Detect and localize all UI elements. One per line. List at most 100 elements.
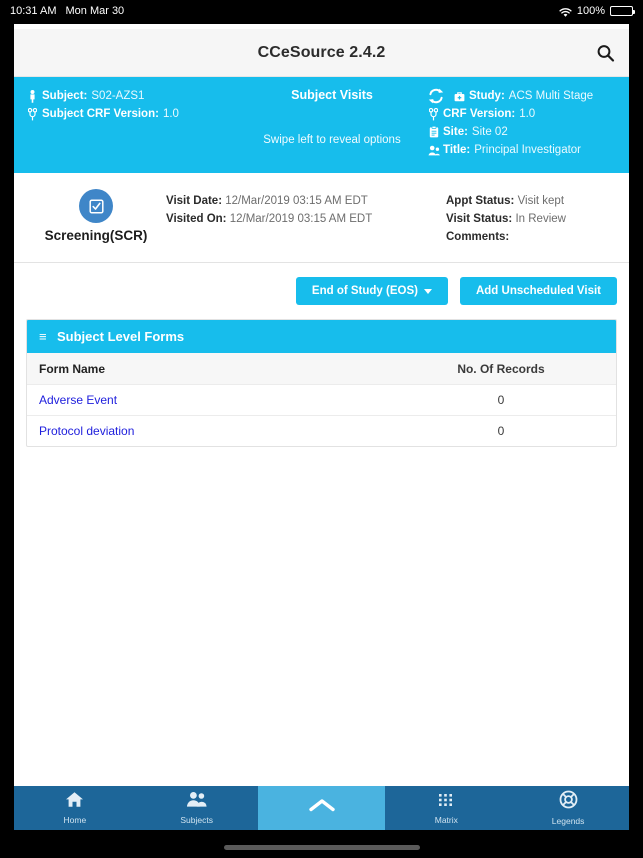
subject-level-forms-header[interactable]: ≡ Subject Level Forms <box>27 320 616 353</box>
checked-box-icon <box>79 189 113 223</box>
study-value: ACS Multi Stage <box>508 90 594 102</box>
tab-matrix[interactable]: Matrix <box>385 786 507 830</box>
title-label: Title: <box>443 144 471 156</box>
swipe-hint-text: Swipe left to reveal options <box>263 134 401 146</box>
visited-on-value: 12/Mar/2019 03:15 AM EDT <box>229 213 373 225</box>
app-navbar: CCeSource 2.4.2 <box>14 29 629 77</box>
status-bar-right: 100% <box>559 5 635 18</box>
visit-identity: Screening(SCR) <box>26 187 166 246</box>
bottom-tab-bar: Home Subjects Matrix Legends <box>14 786 629 830</box>
search-icon[interactable] <box>596 43 615 62</box>
visit-date-row: Visit Date: 12/Mar/2019 03:15 AM EDT <box>166 192 446 210</box>
status-date: Mon Mar 30 <box>65 5 125 17</box>
study-label: Study: <box>469 90 505 102</box>
ios-status-bar: 10:31 AM Mon Mar 30 100% <box>0 0 643 22</box>
clipboard-icon <box>427 126 440 139</box>
crf-version-label: CRF Version: <box>443 108 516 120</box>
column-header-form-name: Form Name <box>39 361 106 376</box>
add-unscheduled-visit-button[interactable]: Add Unscheduled Visit <box>459 277 617 305</box>
table-row[interactable]: Protocol deviation 0 <box>27 416 616 446</box>
subject-crf-version-label: Subject CRF Version: <box>42 108 159 120</box>
tab-legends-label: Legends <box>551 816 585 826</box>
form-link-protocol-deviation[interactable]: Protocol deviation <box>39 424 134 438</box>
visited-on-row: Visited On: 12/Mar/2019 03:15 AM EDT <box>166 210 446 228</box>
chevron-up-icon <box>307 797 337 819</box>
visit-name: Screening(SCR) <box>44 228 148 243</box>
table-column-headers: Form Name No. Of Records <box>27 353 616 385</box>
study-info-right: Study: ACS Multi Stage CRF Version: 1.0 <box>423 87 617 159</box>
version-branch-icon <box>427 107 440 121</box>
form-name-cell: Protocol deviation <box>27 424 386 438</box>
refresh-icon[interactable] <box>427 88 445 104</box>
tab-home[interactable]: Home <box>14 786 136 830</box>
comments-row: Comments: <box>446 228 566 246</box>
subject-visits-title: Subject Visits <box>291 88 373 102</box>
add-unscheduled-visit-label: Add Unscheduled Visit <box>475 285 601 297</box>
tablet-device: 10:31 AM Mon Mar 30 100% CCeSource 2.4.2 <box>0 0 643 858</box>
subject-label: Subject: <box>42 90 88 102</box>
status-bar-left: 10:31 AM Mon Mar 30 <box>10 5 124 17</box>
subject-info-center: Subject Visits Swipe left to reveal opti… <box>241 87 423 159</box>
appt-status-label: Appt Status: <box>446 195 515 207</box>
subject-id-row: Subject: S02-AZS1 <box>26 87 241 105</box>
comments-label: Comments: <box>446 231 510 243</box>
visit-status-value: In Review <box>515 213 566 225</box>
briefcase-medical-icon <box>453 90 466 103</box>
subject-value: S02-AZS1 <box>91 90 145 102</box>
visit-summary-row[interactable]: Screening(SCR) Visit Date: 12/Mar/2019 0… <box>14 173 629 263</box>
crf-version-value: 1.0 <box>519 108 536 120</box>
title-row: Title: Principal Investigator <box>427 141 617 159</box>
table-row[interactable]: Adverse Event 0 <box>27 385 616 416</box>
visit-actions: End of Study (EOS) Add Unscheduled Visit <box>14 263 629 319</box>
site-value: Site 02 <box>471 126 508 138</box>
visit-date-label: Visit Date: <box>166 195 223 207</box>
subject-crf-version-row: Subject CRF Version: 1.0 <box>26 105 241 123</box>
subject-level-forms-panel: ≡ Subject Level Forms Form Name No. Of R… <box>26 319 617 447</box>
tab-matrix-label: Matrix <box>434 814 458 825</box>
site-label: Site: <box>443 126 468 138</box>
title-value: Principal Investigator <box>474 144 582 156</box>
appt-status-value: Visit kept <box>517 195 565 207</box>
status-time: 10:31 AM <box>10 5 57 17</box>
form-name-cell: Adverse Event <box>27 393 386 407</box>
site-row: Site: Site 02 <box>427 123 617 141</box>
battery-percent-label: 100% <box>576 5 605 17</box>
subject-info-left: Subject: S02-AZS1 Subject CRF Version: 1… <box>26 87 241 159</box>
legends-lifebuoy-icon <box>559 790 578 814</box>
app-screen: CCeSource 2.4.2 Subject: S02-AZS1 Subjec… <box>14 24 629 830</box>
subject-level-forms-title: Subject Level Forms <box>57 329 185 344</box>
study-row: Study: ACS Multi Stage <box>427 87 617 105</box>
subject-crf-version-value: 1.0 <box>162 108 179 120</box>
end-of-study-button[interactable]: End of Study (EOS) <box>295 277 448 305</box>
tab-subjects[interactable]: Subjects <box>136 786 258 830</box>
crf-version-row: CRF Version: 1.0 <box>427 105 617 123</box>
appt-status-row: Appt Status: Visit kept <box>446 192 566 210</box>
tab-legends[interactable]: Legends <box>507 786 629 830</box>
matrix-grid-icon <box>437 792 455 813</box>
caret-down-icon <box>423 288 432 294</box>
visit-status-label: Visit Status: <box>446 213 513 225</box>
column-header-no-of-records: No. Of Records <box>457 361 545 376</box>
visit-date-value: 12/Mar/2019 03:15 AM EDT <box>225 195 368 207</box>
battery-icon <box>610 6 635 16</box>
version-branch-icon <box>26 107 39 121</box>
tab-expand-panel[interactable] <box>257 786 386 830</box>
wifi-icon <box>559 7 572 18</box>
visit-status-group: Appt Status: Visit kept Visit Status: In… <box>446 187 566 246</box>
form-link-adverse-event[interactable]: Adverse Event <box>39 393 117 407</box>
form-records-cell: 0 <box>497 424 505 438</box>
form-records-cell: 0 <box>497 393 505 407</box>
visit-status-row: Visit Status: In Review <box>446 210 566 228</box>
visit-dates: Visit Date: 12/Mar/2019 03:15 AM EDT Vis… <box>166 187 446 246</box>
subject-info-header: Subject: S02-AZS1 Subject CRF Version: 1… <box>14 77 629 173</box>
hamburger-icon: ≡ <box>39 329 47 344</box>
tab-subjects-label: Subjects <box>180 815 213 825</box>
subjects-people-icon <box>186 791 208 813</box>
end-of-study-label: End of Study (EOS) <box>311 285 418 297</box>
page-title: CCeSource 2.4.2 <box>257 43 386 61</box>
home-indicator[interactable] <box>223 845 420 850</box>
home-icon <box>65 791 84 813</box>
tab-home-label: Home <box>63 815 87 825</box>
user-tie-icon <box>427 144 440 157</box>
person-icon <box>26 89 39 103</box>
